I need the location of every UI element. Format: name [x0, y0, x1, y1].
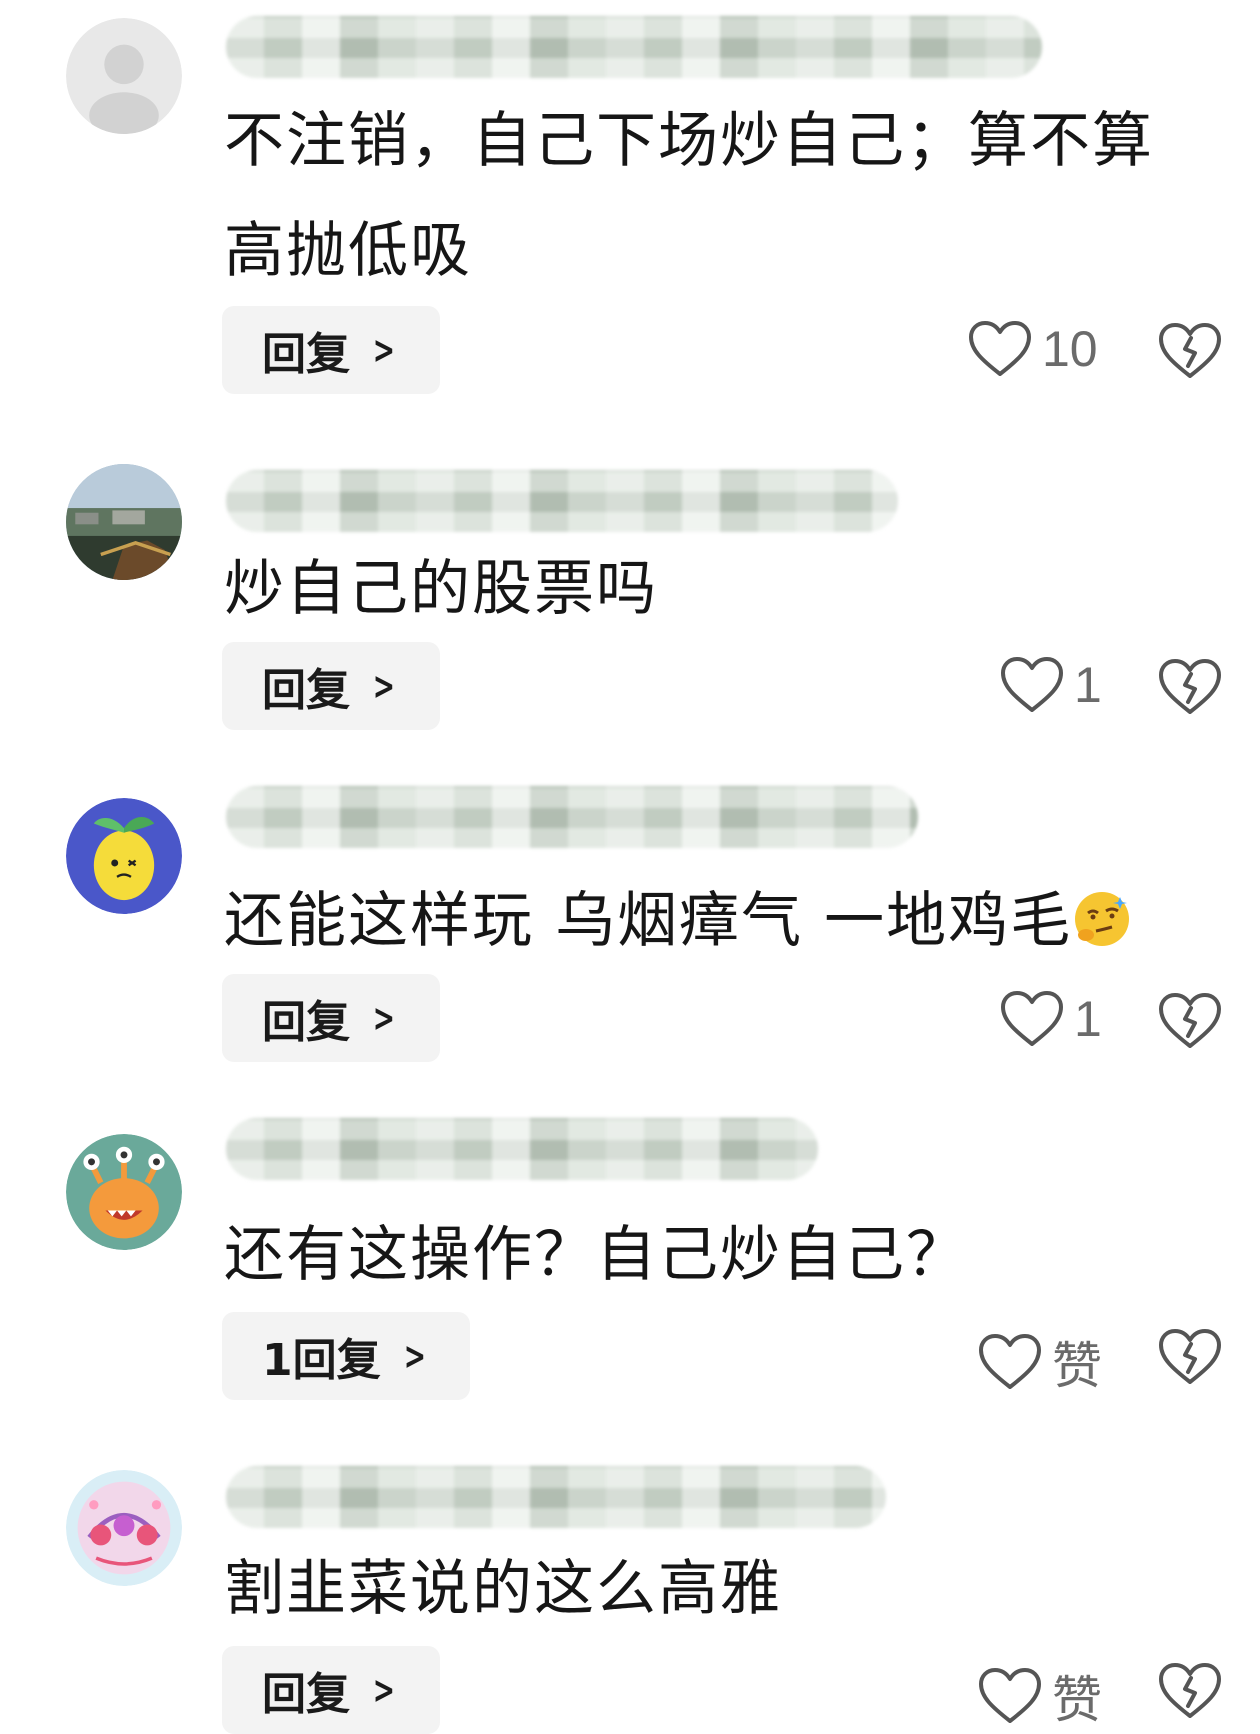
broken-heart-icon	[1159, 1663, 1221, 1718]
comment-text: 不注销，自己下场炒自己；算不算高抛低吸	[224, 106, 1154, 286]
reply-label: 1回复	[262, 1335, 381, 1386]
heart-outline-icon	[979, 1668, 1041, 1723]
avatar[interactable]	[66, 464, 182, 580]
reply-button[interactable]: 回复 >	[222, 642, 440, 730]
heart-outline-icon	[979, 1334, 1041, 1389]
avatar[interactable]	[66, 18, 182, 134]
heart-outline-icon	[1001, 657, 1063, 712]
broken-heart-icon	[1159, 659, 1221, 714]
blurred-user-meta	[226, 1466, 886, 1528]
reply-label: 回复	[262, 329, 350, 380]
reply-button[interactable]: 回复 >	[222, 974, 440, 1062]
broken-heart-icon	[1159, 1329, 1221, 1384]
reply-button[interactable]: 1回复 >	[222, 1312, 471, 1400]
reply-button[interactable]: 回复 >	[222, 306, 440, 394]
comment-text: 还有这操作？自己炒自己？	[224, 1220, 968, 1290]
chevron-right-icon: >	[372, 1668, 396, 1712]
blurred-user-meta	[226, 470, 898, 532]
like-count: 10	[1042, 321, 1098, 377]
reply-button[interactable]: 回复 >	[222, 1646, 440, 1734]
like-count: 赞	[1052, 1672, 1102, 1728]
like-count: 赞	[1052, 1338, 1102, 1394]
chevron-right-icon: >	[372, 996, 396, 1040]
avatar[interactable]	[66, 1470, 182, 1586]
dislike-button[interactable]	[1158, 992, 1222, 1050]
reply-label: 回复	[262, 997, 350, 1048]
comment-text: 炒自己的股票吗	[224, 554, 658, 624]
comment-text-content: 还能这样玩 乌烟瘴气 一地鸡毛	[224, 886, 1073, 956]
like-button[interactable]: 10	[968, 320, 1098, 378]
avatar[interactable]	[66, 1134, 182, 1250]
broken-heart-icon	[1159, 993, 1221, 1048]
like-count: 1	[1074, 657, 1102, 713]
chevron-right-icon: >	[403, 1334, 426, 1378]
like-button[interactable]: 1	[1000, 656, 1102, 714]
comment-text: 割韭菜说的这么高雅	[224, 1554, 782, 1624]
chevron-right-icon: >	[372, 664, 396, 708]
like-count: 1	[1074, 991, 1102, 1047]
broken-heart-icon	[1159, 323, 1221, 378]
avatar[interactable]	[66, 798, 182, 914]
heart-outline-icon	[969, 321, 1031, 376]
heart-outline-icon	[1001, 991, 1063, 1046]
like-button[interactable]: 1	[1000, 990, 1102, 1048]
dislike-button[interactable]	[1158, 1662, 1222, 1720]
smirk-thinking-emoji-icon	[1075, 892, 1130, 946]
blurred-user-meta	[226, 1118, 818, 1180]
chevron-right-icon: >	[372, 328, 396, 372]
reply-label: 回复	[262, 665, 350, 716]
dislike-button[interactable]	[1158, 658, 1222, 716]
comment-text: 还能这样玩 乌烟瘴气 一地鸡毛	[224, 866, 1214, 976]
reply-label: 回复	[262, 1669, 350, 1720]
dislike-button[interactable]	[1158, 322, 1222, 380]
like-button[interactable]: 赞	[978, 1326, 1102, 1398]
blurred-user-meta	[226, 16, 1042, 78]
blurred-user-meta	[226, 786, 918, 848]
dislike-button[interactable]	[1158, 1328, 1222, 1386]
like-button[interactable]: 赞	[978, 1660, 1102, 1732]
